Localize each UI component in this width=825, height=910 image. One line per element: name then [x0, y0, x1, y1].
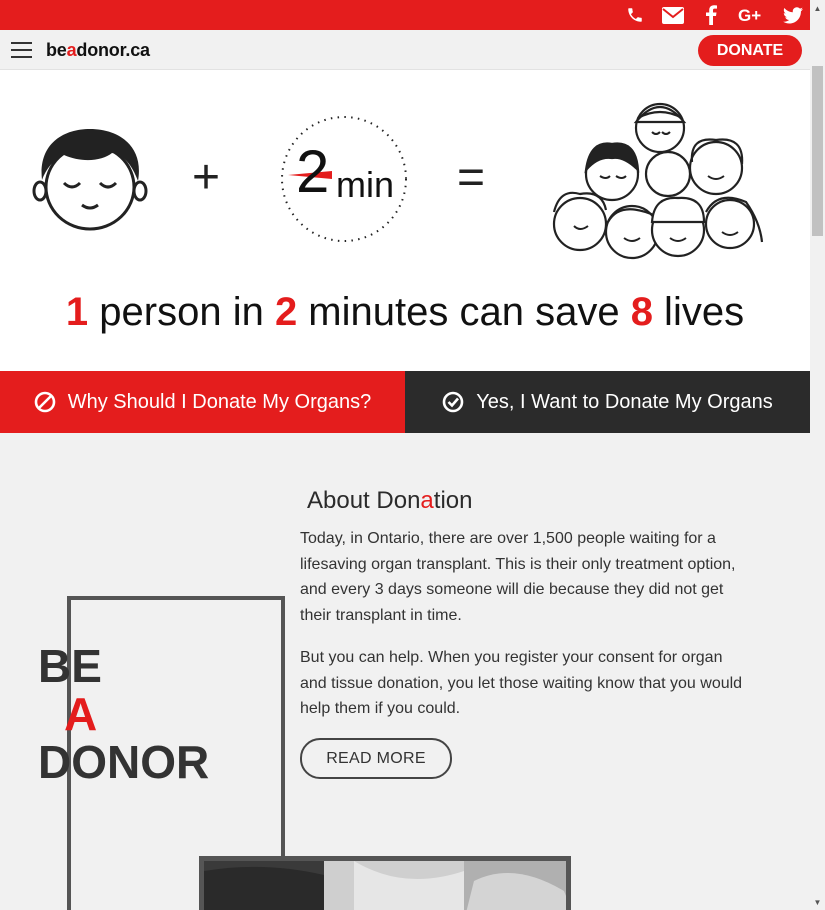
- why-donate-label: Why Should I Donate My Organs?: [67, 390, 372, 413]
- action-bar: Why Should I Donate My Organs? Yes, I Wa…: [0, 371, 810, 433]
- badge-line-1: BE: [38, 640, 102, 692]
- scrollbar-thumb[interactable]: [812, 66, 823, 236]
- about-paragraph-2: But you can help. When you register your…: [300, 649, 743, 717]
- timer-number: 2: [296, 138, 330, 205]
- badge-line-3: DONOR: [38, 736, 210, 788]
- register-donor-button[interactable]: Yes, I Want to Donate My Organs: [405, 371, 810, 433]
- svg-text:G+: G+: [738, 6, 761, 24]
- ban-icon: [34, 391, 56, 413]
- about-title: About Donation: [307, 487, 473, 514]
- people-group-icon: [552, 102, 764, 260]
- scroll-down-icon[interactable]: ▼: [813, 898, 822, 907]
- page: G+ beadonor.ca DONATE + 2 min = 1 person…: [0, 0, 825, 910]
- facebook-icon[interactable]: [700, 4, 722, 26]
- read-more-button[interactable]: READ MORE: [300, 738, 452, 779]
- google-plus-icon[interactable]: G+: [738, 4, 766, 26]
- sleeping-face-icon: [32, 129, 148, 231]
- donor-photo: [199, 856, 571, 910]
- be-a-donor-badge: BE A DONOR: [38, 642, 209, 786]
- hero-tagline: 1 person in 2 minutes can save 8 lives: [65, 290, 745, 334]
- phone-icon[interactable]: [624, 4, 646, 26]
- about-paragraph-1: Today, in Ontario, there are over 1,500 …: [300, 530, 736, 624]
- badge-line-2: A: [64, 688, 98, 740]
- hamburger-menu-icon[interactable]: [11, 42, 32, 59]
- envelope-icon[interactable]: [662, 4, 684, 26]
- twitter-icon[interactable]: [782, 4, 804, 26]
- page-content: G+ beadonor.ca DONATE + 2 min = 1 person…: [0, 0, 810, 910]
- donate-button[interactable]: DONATE: [698, 35, 802, 66]
- timer-unit: min: [336, 164, 395, 205]
- why-donate-button[interactable]: Why Should I Donate My Organs?: [0, 371, 405, 433]
- vertical-scrollbar[interactable]: ▲ ▼: [810, 0, 825, 910]
- plus-sign: +: [192, 151, 221, 204]
- equals-sign: =: [457, 151, 486, 204]
- scroll-up-icon[interactable]: ▲: [813, 4, 822, 13]
- hero-banner: + 2 min = 1 person in 2 minutes can save…: [0, 70, 810, 371]
- site-header: beadonor.ca DONATE: [0, 30, 810, 70]
- site-logo[interactable]: beadonor.ca: [46, 40, 150, 61]
- check-circle-icon: [442, 391, 464, 413]
- social-links: G+: [624, 0, 804, 30]
- social-bar: G+: [0, 0, 810, 30]
- register-donor-label: Yes, I Want to Donate My Organs: [476, 390, 773, 413]
